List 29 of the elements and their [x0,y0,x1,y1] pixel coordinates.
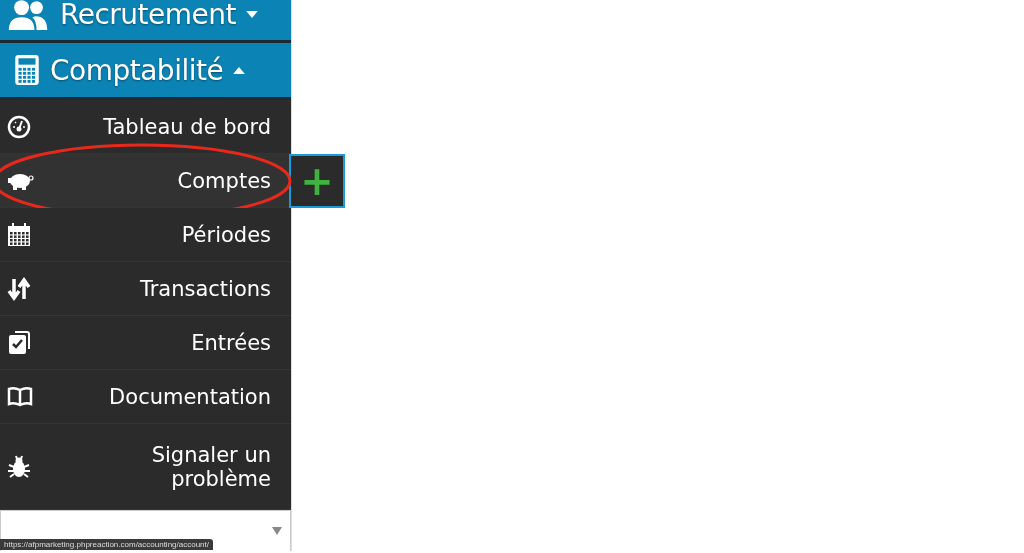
checked-document-icon [7,330,31,355]
calculator-icon [14,54,40,86]
section-header[interactable]: Comptabilité [0,43,291,100]
menu-item[interactable]: Entrées [0,316,291,370]
menu-item[interactable]: Comptes [0,154,291,208]
menu-item[interactable]: Signaler un problème [0,424,291,510]
calendar-icon [7,222,31,247]
status-url: https://afpmarketing.phpreaction.com/accounting/account/ [0,539,213,550]
menu-item-label: Documentation [109,384,271,409]
section-header[interactable]: Recrutement [0,0,291,43]
book-icon [7,385,33,408]
users-icon [6,0,50,30]
menu-item-label: Comptes [177,168,271,193]
gauge-icon [7,114,31,139]
menu-item-label: Signaler un problème [150,442,271,491]
bug-icon [7,454,31,479]
menu-item[interactable]: Périodes [0,208,291,262]
sort-arrows-icon [7,276,31,301]
dropdown-arrow-icon [272,527,282,535]
menu-item[interactable]: Documentation [0,370,291,424]
menu-item-label: Entrées [191,330,271,355]
caret-icon [246,10,258,18]
menu-item[interactable]: Transactions [0,262,291,316]
menu-item-label: Transactions [139,276,271,301]
menu-item[interactable]: Tableau de bord [0,100,291,154]
caret-icon [233,66,246,74]
menu-item-label: Tableau de bord [103,114,271,139]
add-button[interactable]: + [289,154,345,208]
menu-item-label: Périodes [181,222,271,247]
